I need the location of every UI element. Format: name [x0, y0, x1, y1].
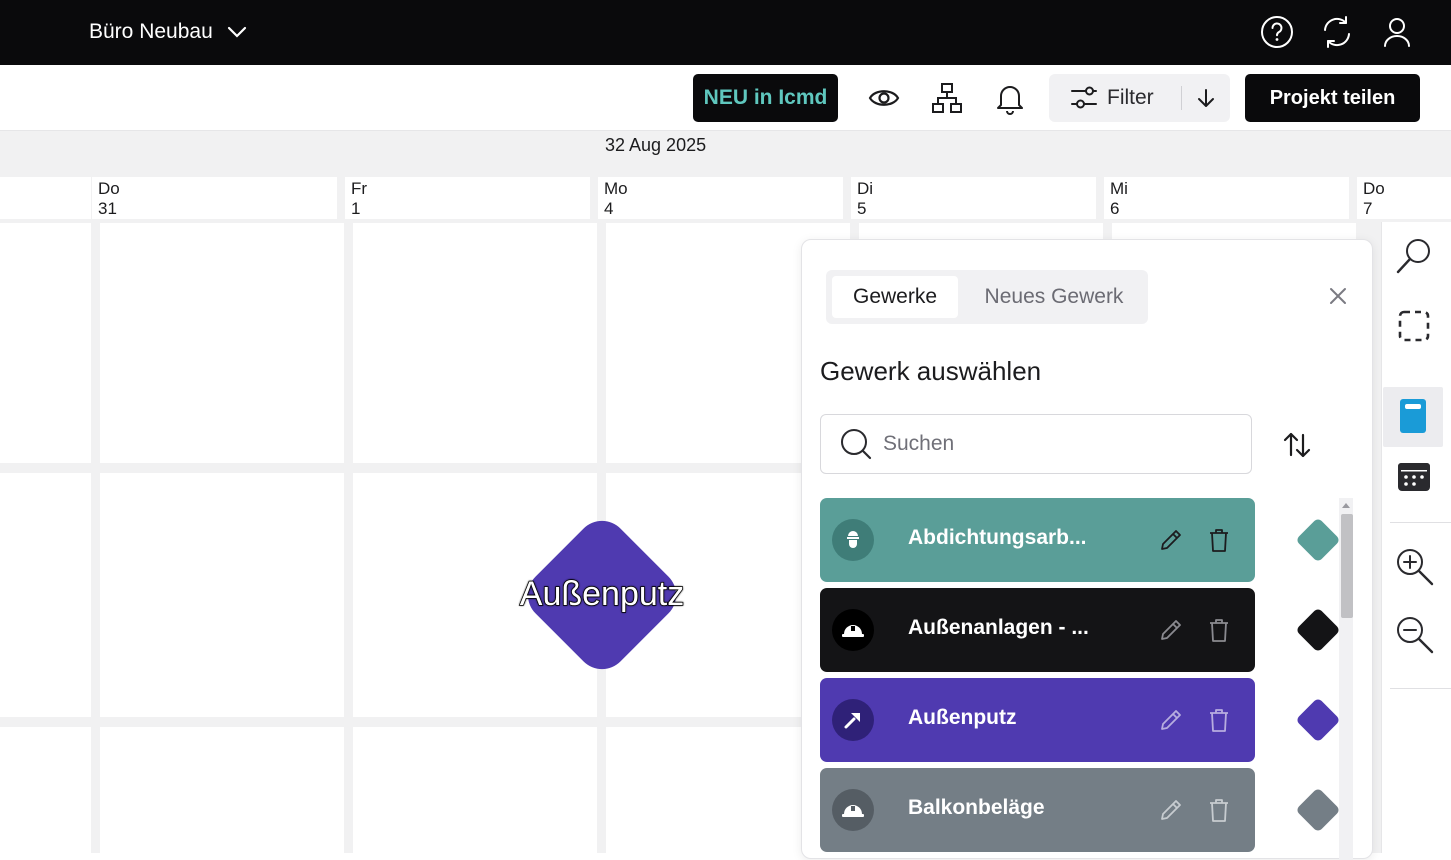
- day-header: [0, 177, 91, 219]
- top-bar: Büro Neubau: [0, 0, 1451, 65]
- search-icon[interactable]: [1392, 234, 1436, 278]
- color-swatch[interactable]: [1290, 782, 1346, 838]
- list-item[interactable]: Abdichtungsarb...: [820, 498, 1255, 582]
- day-header: Mi 6: [1104, 177, 1349, 219]
- hardhat-icon: [842, 805, 864, 817]
- search-input[interactable]: [883, 432, 1223, 456]
- trade-avatar: [832, 519, 874, 561]
- eye-icon[interactable]: [867, 81, 901, 115]
- tab-gewerke[interactable]: Gewerke: [832, 276, 958, 318]
- pencil-icon[interactable]: [1158, 617, 1184, 643]
- hierarchy-icon[interactable]: [930, 81, 964, 115]
- pencil-icon[interactable]: [1158, 527, 1184, 553]
- day-number: 4: [604, 199, 614, 218]
- trade-avatar: [832, 789, 874, 831]
- color-swatch[interactable]: [1290, 692, 1346, 748]
- zoom-in-icon[interactable]: [1392, 544, 1436, 588]
- trade-name: Abdichtungsarb...: [908, 526, 1087, 549]
- day-header: Mo 4: [598, 177, 843, 219]
- scroll-up-icon[interactable]: [1342, 502, 1350, 508]
- trash-icon[interactable]: [1208, 527, 1230, 553]
- list-item[interactable]: Balkonbeläge: [820, 768, 1255, 852]
- weekday-label: Do: [98, 179, 120, 198]
- right-tool-bar: [1381, 222, 1451, 853]
- grid-cell[interactable]: [353, 727, 597, 853]
- search-icon: [841, 429, 872, 460]
- grid-cell[interactable]: [0, 473, 91, 717]
- panel-title: Gewerk auswählen: [820, 356, 1042, 386]
- panel-tabs: Gewerke Neues Gewerk: [826, 270, 1148, 324]
- chevron-down-icon: [227, 26, 246, 38]
- milestone-label: Außenputz: [519, 574, 685, 614]
- filter-divider: [1181, 86, 1182, 110]
- filter-button[interactable]: Filter: [1049, 74, 1230, 122]
- trade-name: Balkonbeläge: [908, 796, 1045, 819]
- list-item[interactable]: Außenputz: [820, 678, 1255, 762]
- weekday-label: Mi: [1110, 179, 1128, 198]
- search-field[interactable]: [820, 414, 1252, 474]
- grid-cell[interactable]: [0, 727, 91, 853]
- whats-new-button[interactable]: NEU in Icmd: [693, 74, 838, 122]
- pencil-icon[interactable]: [1158, 797, 1184, 823]
- bell-icon[interactable]: [993, 81, 1027, 115]
- trade-selection-panel: Gewerke Neues Gewerk Gewerk auswählen Ab…: [801, 239, 1373, 860]
- grid-cell[interactable]: [100, 223, 344, 463]
- project-selector[interactable]: Büro Neubau: [89, 20, 247, 44]
- trade-avatar: [832, 699, 874, 741]
- weekday-label: Mo: [604, 179, 628, 198]
- share-project-button[interactable]: Projekt teilen: [1245, 74, 1420, 122]
- trade-avatar: [832, 609, 874, 651]
- filter-label: Filter: [1107, 86, 1154, 109]
- day-header: Do 31: [92, 177, 337, 219]
- trade-name: Außenputz: [908, 706, 1017, 729]
- color-swatch[interactable]: [1290, 602, 1346, 658]
- sort-icon[interactable]: [1280, 428, 1314, 462]
- help-icon[interactable]: [1259, 14, 1295, 50]
- toolbar: NEU in Icmd Filter Projekt teilen: [0, 65, 1451, 131]
- trash-icon[interactable]: [1208, 707, 1230, 733]
- sync-icon[interactable]: [1319, 14, 1355, 50]
- close-icon[interactable]: [1328, 286, 1348, 306]
- toolbar-divider: [1390, 688, 1451, 689]
- tab-neues-gewerk[interactable]: Neues Gewerk: [966, 276, 1142, 318]
- day-number: 7: [1363, 199, 1373, 218]
- worker-icon: [847, 531, 859, 548]
- grid-cell[interactable]: [100, 727, 344, 853]
- filter-icon: [1071, 86, 1097, 109]
- day-number: 31: [98, 199, 117, 218]
- grid-cell[interactable]: [353, 223, 597, 463]
- hardhat-icon: [842, 625, 864, 637]
- notebook-icon[interactable]: [1391, 394, 1435, 438]
- day-header: Fr 1: [345, 177, 590, 219]
- day-number: 6: [1110, 199, 1120, 218]
- day-header: Di 5: [851, 177, 1096, 219]
- grid-cell[interactable]: [100, 473, 344, 717]
- list-item[interactable]: Außenanlagen - ...: [820, 588, 1255, 672]
- trade-name: Außenanlagen - ...: [908, 616, 1089, 639]
- selection-icon[interactable]: [1392, 304, 1436, 348]
- pencil-icon[interactable]: [1158, 707, 1184, 733]
- trash-icon[interactable]: [1208, 797, 1230, 823]
- trowel-icon: [844, 713, 860, 729]
- weekday-label: Fr: [351, 179, 368, 198]
- toolbar-divider: [1390, 522, 1451, 523]
- scrollbar-thumb[interactable]: [1341, 514, 1353, 618]
- month-label: 32 Aug 2025: [605, 135, 707, 155]
- trash-icon[interactable]: [1208, 617, 1230, 643]
- arrow-down-icon[interactable]: [1195, 87, 1217, 109]
- color-swatch[interactable]: [1290, 512, 1346, 568]
- weekday-label: Do: [1363, 179, 1385, 198]
- user-icon[interactable]: [1379, 14, 1415, 50]
- day-number: 5: [857, 199, 867, 218]
- day-header: Do 7: [1357, 177, 1451, 219]
- grid-cell[interactable]: [0, 223, 91, 463]
- day-number: 1: [351, 199, 361, 218]
- calendar-grid-icon[interactable]: [1392, 455, 1436, 499]
- project-name: Büro Neubau: [89, 20, 213, 43]
- zoom-out-icon[interactable]: [1392, 612, 1436, 656]
- weekday-label: Di: [857, 179, 874, 198]
